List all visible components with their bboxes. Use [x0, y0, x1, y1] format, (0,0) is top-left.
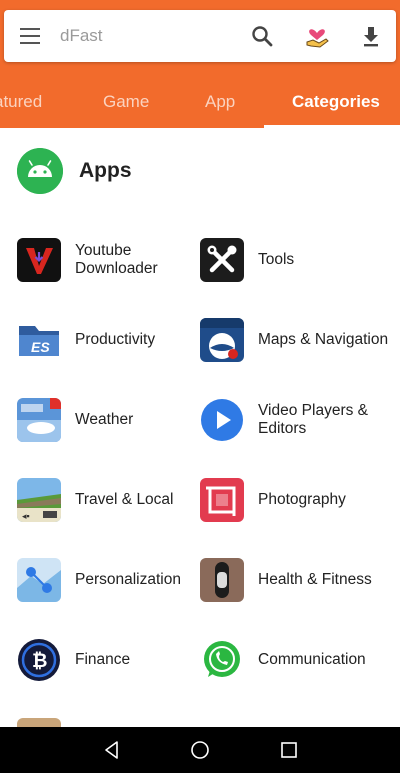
category-label: Finance — [75, 651, 131, 668]
category-tools[interactable]: Tools — [200, 230, 390, 290]
back-icon[interactable] — [101, 739, 123, 761]
tab-featured[interactable]: atured — [0, 92, 42, 112]
photography-icon — [200, 478, 244, 522]
category-finance[interactable]: ₿ Finance — [17, 630, 207, 690]
category-health-fitness[interactable]: Health & Fitness — [200, 550, 390, 610]
category-youtube-downloader[interactable]: Youtube Downloader — [17, 230, 207, 290]
category-maps-navigation[interactable]: Maps & Navigation — [200, 310, 390, 370]
search-input[interactable]: dFast — [60, 26, 103, 46]
menu-icon[interactable] — [20, 27, 42, 45]
category-label: Youtube Downloader — [75, 242, 158, 277]
youtube-downloader-icon — [17, 238, 61, 282]
tab-categories[interactable]: Categories — [292, 92, 380, 112]
category-label: Maps & Navigation — [258, 331, 389, 348]
category-label: Travel & Local — [75, 491, 174, 508]
tools-icon — [200, 238, 244, 282]
category-weather[interactable]: Weather — [17, 390, 207, 450]
video-players-icon — [200, 398, 244, 442]
communication-icon — [200, 638, 244, 682]
category-label: Productivity — [75, 331, 156, 348]
recents-icon[interactable] — [278, 739, 300, 761]
tab-game[interactable]: Game — [103, 92, 149, 112]
category-label: Photography — [258, 491, 346, 508]
travel-local-icon: ◂▪ — [17, 478, 61, 522]
system-nav-bar — [0, 727, 400, 773]
tab-app[interactable]: App — [205, 92, 235, 112]
tab-bar: atured Game App Categories — [0, 82, 400, 128]
personalization-icon — [17, 558, 61, 602]
home-icon[interactable] — [189, 739, 211, 761]
weather-icon — [17, 398, 61, 442]
android-icon — [17, 148, 63, 194]
section-title: Apps — [79, 159, 132, 182]
svg-text:◂▪: ◂▪ — [22, 511, 30, 521]
category-photography[interactable]: Photography — [200, 470, 390, 530]
svg-text:₿: ₿ — [32, 651, 47, 672]
category-label: Weather — [75, 411, 134, 428]
finance-icon: ₿ — [17, 638, 61, 682]
download-icon[interactable] — [359, 24, 383, 48]
category-label: Health & Fitness — [258, 571, 372, 588]
category-video-players[interactable]: Video Players & Editors — [200, 390, 390, 450]
category-productivity[interactable]: ES Productivity — [17, 310, 207, 370]
category-label: Tools — [258, 251, 295, 268]
search-icon[interactable] — [250, 24, 274, 48]
search-bar[interactable]: dFast — [4, 10, 396, 62]
productivity-icon: ES — [17, 318, 61, 362]
category-personalization[interactable]: Personalization — [17, 550, 207, 610]
svg-text:ES: ES — [31, 339, 50, 355]
gift-icon[interactable] — [303, 22, 331, 50]
category-communication[interactable]: Communication — [200, 630, 390, 690]
app-header: dFast atured Game App Categories — [0, 0, 400, 128]
health-fitness-icon — [200, 558, 244, 602]
category-travel-local[interactable]: ◂▪ Travel & Local — [17, 470, 207, 530]
category-label: Video Players & Editors — [258, 402, 368, 437]
maps-navigation-icon — [200, 318, 244, 362]
category-label: Communication — [258, 651, 366, 668]
category-label: Personalization — [75, 571, 181, 588]
